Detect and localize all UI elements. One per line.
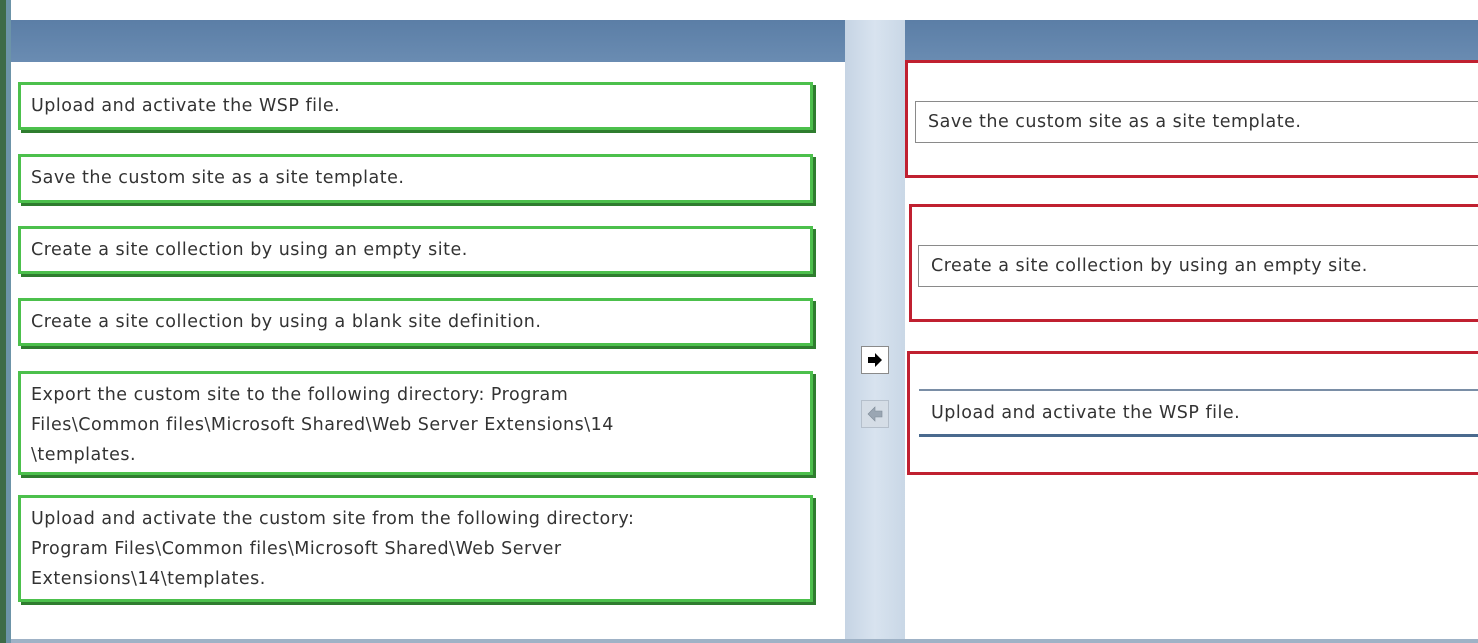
placed-item-label: Create a site collection by using an emp… — [931, 256, 1368, 276]
source-item-line: Files\Common files\Microsoft Shared\Web … — [31, 415, 614, 435]
source-item-line: \templates. — [31, 445, 137, 465]
source-item[interactable]: Upload and activate the custom site from… — [18, 495, 813, 602]
arrow-right-icon — [868, 353, 882, 367]
move-right-button[interactable] — [861, 346, 889, 374]
source-item-line: Program Files\Common files\Microsoft Sha… — [31, 539, 562, 559]
placed-item-label: Upload and activate the WSP file. — [931, 403, 1241, 423]
arrow-left-icon — [867, 406, 883, 422]
window-frame-bottom — [11, 639, 1478, 643]
source-item[interactable]: Create a site collection by using a blan… — [18, 298, 813, 346]
move-left-button[interactable] — [861, 400, 889, 428]
placed-item[interactable]: Save the custom site as a site template. — [915, 101, 1478, 143]
source-item-label: Create a site collection by using an emp… — [31, 240, 468, 260]
source-item-line: Extensions\14\templates. — [31, 569, 266, 589]
source-item-label: Upload and activate the WSP file. — [31, 96, 341, 116]
panel-divider — [845, 20, 905, 643]
source-item[interactable]: Create a site collection by using an emp… — [18, 226, 813, 274]
source-item[interactable]: Upload and activate the WSP file. — [18, 82, 813, 130]
placed-item[interactable]: Create a site collection by using an emp… — [918, 245, 1478, 287]
source-item-label: Save the custom site as a site template. — [31, 168, 405, 188]
answer-panel-header — [905, 20, 1478, 62]
source-panel-header — [11, 20, 845, 62]
source-item-line: Upload and activate the custom site from… — [31, 509, 635, 529]
source-item-label: Create a site collection by using a blan… — [31, 312, 542, 332]
source-item[interactable]: Save the custom site as a site template. — [18, 154, 813, 203]
placed-item[interactable]: Upload and activate the WSP file. — [919, 389, 1478, 437]
placed-item-label: Save the custom site as a site template. — [928, 112, 1302, 132]
source-item[interactable]: Export the custom site to the following … — [18, 371, 813, 475]
source-item-line: Export the custom site to the following … — [31, 385, 569, 405]
